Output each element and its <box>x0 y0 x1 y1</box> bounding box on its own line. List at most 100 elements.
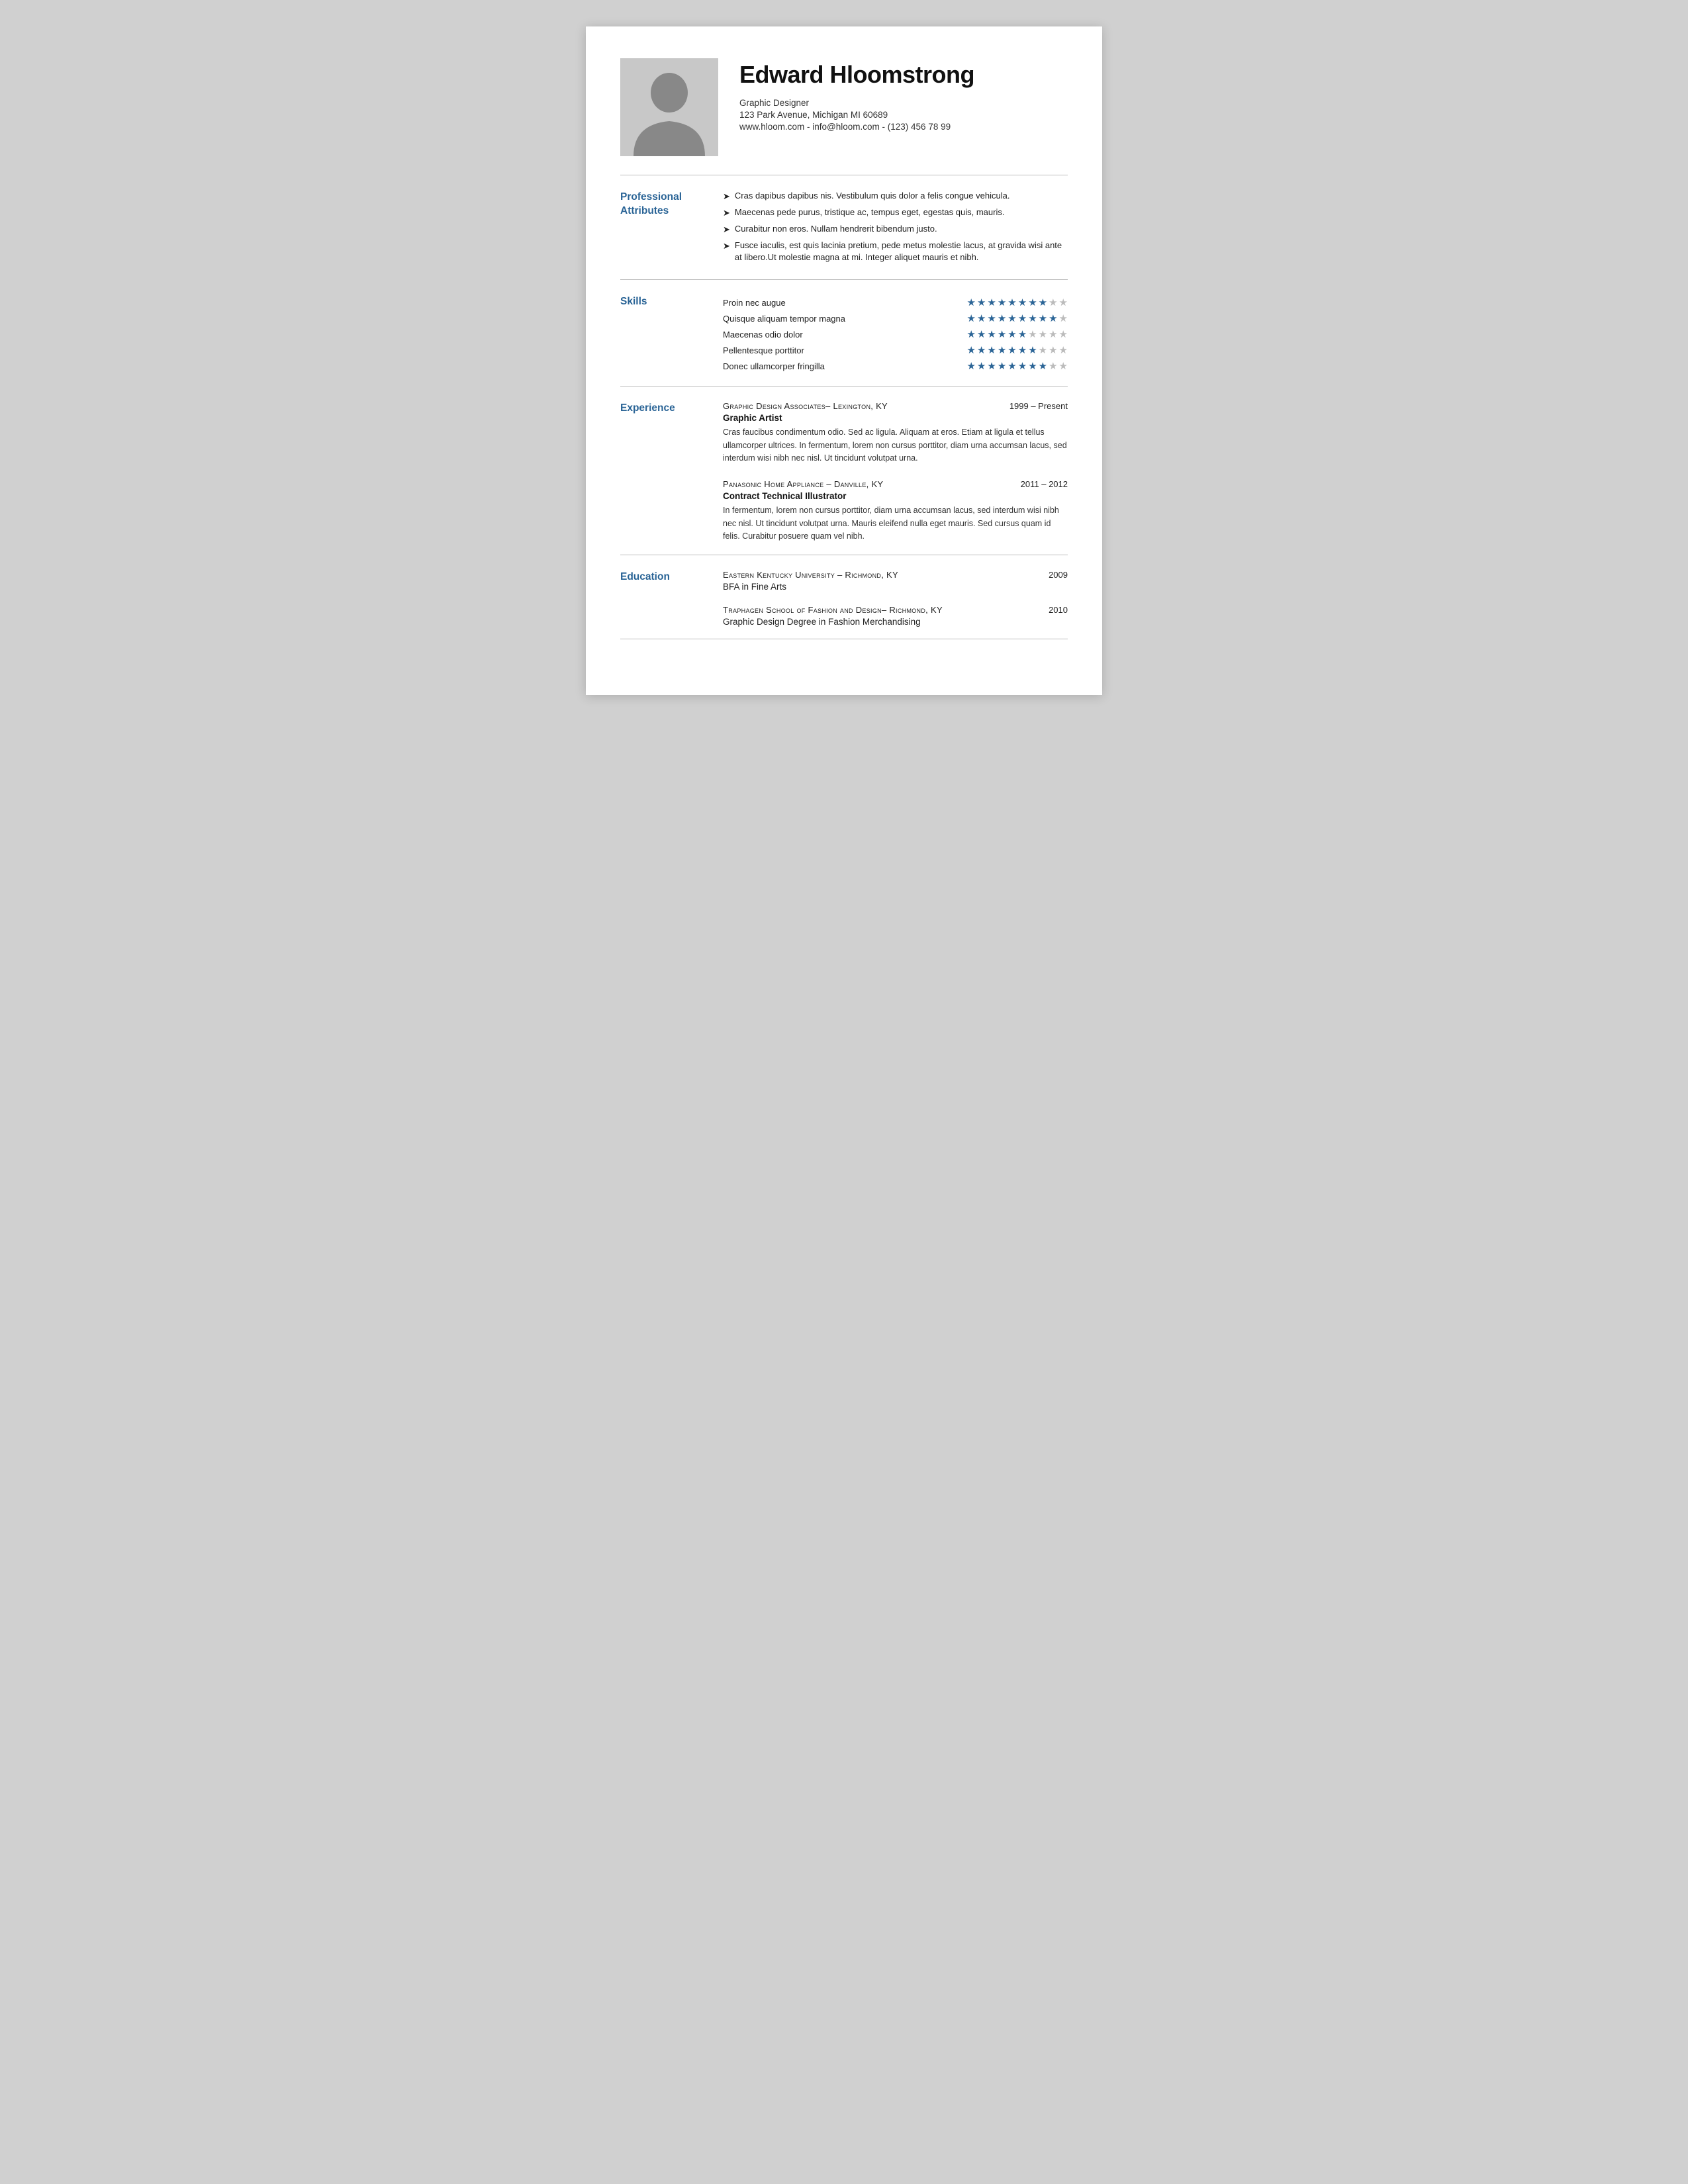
skill-name: Donec ullamcorper fringilla <box>723 358 913 374</box>
skills-label: Skills <box>620 295 723 309</box>
attributes-list: ➤ Cras dapibus dapibus nis. Vestibulum q… <box>723 190 1068 264</box>
star-filled-icon: ★ <box>966 360 975 372</box>
star-filled-icon: ★ <box>1018 360 1027 372</box>
star-empty-icon: ★ <box>1059 312 1068 324</box>
star-filled-icon: ★ <box>1008 344 1016 356</box>
arrow-icon: ➤ <box>723 207 730 220</box>
edu-school: Traphagen School of Fashion and Design– … <box>723 605 943 615</box>
arrow-icon: ➤ <box>723 191 730 203</box>
table-row: Proin nec augue★★★★★★★★★★ <box>723 295 1068 310</box>
star-filled-icon: ★ <box>1028 360 1037 372</box>
star-filled-icon: ★ <box>977 344 986 356</box>
star-filled-icon: ★ <box>1049 312 1057 324</box>
table-row: Maecenas odio dolor★★★★★★★★★★ <box>723 326 1068 342</box>
star-filled-icon: ★ <box>1008 360 1016 372</box>
name: Edward Hloomstrong <box>739 61 1068 89</box>
arrow-icon: ➤ <box>723 240 730 253</box>
star-empty-icon: ★ <box>1059 344 1068 356</box>
star-filled-icon: ★ <box>1028 344 1037 356</box>
exp-header-row: Graphic Design Associates– Lexington, KY… <box>723 401 1068 411</box>
exp-header-row: Panasonic Home Appliance – Danville, KY … <box>723 479 1068 489</box>
star-empty-icon: ★ <box>1049 344 1057 356</box>
star-filled-icon: ★ <box>987 344 996 356</box>
star-filled-icon: ★ <box>1018 328 1027 340</box>
edu-degree: BFA in Fine Arts <box>723 582 1068 592</box>
star-filled-icon: ★ <box>977 360 986 372</box>
arrow-icon: ➤ <box>723 224 730 236</box>
experience-entry: Graphic Design Associates– Lexington, KY… <box>723 401 1068 465</box>
star-filled-icon: ★ <box>998 360 1006 372</box>
skill-rating: ★★★★★★★★★★ <box>913 342 1068 358</box>
star-filled-icon: ★ <box>966 312 975 324</box>
list-item: ➤ Cras dapibus dapibus nis. Vestibulum q… <box>723 190 1068 203</box>
skills-section: Skills Proin nec augue★★★★★★★★★★Quisque … <box>620 280 1068 387</box>
skill-rating: ★★★★★★★★★★ <box>913 358 1068 374</box>
star-empty-icon: ★ <box>1039 344 1047 356</box>
star-filled-icon: ★ <box>966 328 975 340</box>
star-filled-icon: ★ <box>987 328 996 340</box>
skill-name: Maecenas odio dolor <box>723 326 913 342</box>
experience-section: Experience Graphic Design Associates– Le… <box>620 387 1068 555</box>
star-filled-icon: ★ <box>1008 296 1016 308</box>
professional-attributes-section: ProfessionalAttributes ➤ Cras dapibus da… <box>620 175 1068 280</box>
list-item: ➤ Curabitur non eros. Nullam hendrerit b… <box>723 223 1068 236</box>
exp-role: Contract Technical Illustrator <box>723 491 1068 501</box>
exp-date: 2011 – 2012 <box>1021 479 1068 489</box>
exp-description: In fermentum, lorem non cursus porttitor… <box>723 504 1068 543</box>
education-label: Education <box>620 570 723 584</box>
experience-entry: Panasonic Home Appliance – Danville, KY … <box>723 479 1068 543</box>
education-content: Eastern Kentucky University – Richmond, … <box>723 570 1068 627</box>
list-item: ➤ Fusce iaculis, est quis lacinia pretiu… <box>723 240 1068 265</box>
star-empty-icon: ★ <box>1059 360 1068 372</box>
skills-content: Proin nec augue★★★★★★★★★★Quisque aliquam… <box>723 295 1068 374</box>
star-empty-icon: ★ <box>1039 328 1047 340</box>
star-filled-icon: ★ <box>998 344 1006 356</box>
star-empty-icon: ★ <box>1049 360 1057 372</box>
star-filled-icon: ★ <box>1028 296 1037 308</box>
star-filled-icon: ★ <box>1018 296 1027 308</box>
skill-name: Quisque aliquam tempor magna <box>723 310 913 326</box>
job-title: Graphic Designer <box>739 98 1068 108</box>
star-filled-icon: ★ <box>998 312 1006 324</box>
edu-header-row: Traphagen School of Fashion and Design– … <box>723 605 1068 615</box>
skills-table: Proin nec augue★★★★★★★★★★Quisque aliquam… <box>723 295 1068 374</box>
table-row: Donec ullamcorper fringilla★★★★★★★★★★ <box>723 358 1068 374</box>
star-filled-icon: ★ <box>1018 344 1027 356</box>
edu-date: 2010 <box>1049 605 1068 615</box>
table-row: Pellentesque porttitor★★★★★★★★★★ <box>723 342 1068 358</box>
skill-name: Proin nec augue <box>723 295 913 310</box>
exp-date: 1999 – Present <box>1009 401 1068 411</box>
edu-school: Eastern Kentucky University – Richmond, … <box>723 570 898 580</box>
skill-name: Pellentesque porttitor <box>723 342 913 358</box>
resume-page: Edward Hloomstrong Graphic Designer 123 … <box>586 26 1102 695</box>
star-empty-icon: ★ <box>1059 296 1068 308</box>
exp-company: Panasonic Home Appliance – Danville, KY <box>723 479 883 489</box>
experience-label: Experience <box>620 401 723 416</box>
star-filled-icon: ★ <box>1018 312 1027 324</box>
star-empty-icon: ★ <box>1049 328 1057 340</box>
star-filled-icon: ★ <box>1008 312 1016 324</box>
edu-header-row: Eastern Kentucky University – Richmond, … <box>723 570 1068 580</box>
header-info: Edward Hloomstrong Graphic Designer 123 … <box>739 58 1068 132</box>
star-filled-icon: ★ <box>977 328 986 340</box>
star-filled-icon: ★ <box>1008 328 1016 340</box>
table-row: Quisque aliquam tempor magna★★★★★★★★★★ <box>723 310 1068 326</box>
star-empty-icon: ★ <box>1049 296 1057 308</box>
star-filled-icon: ★ <box>966 296 975 308</box>
skill-rating: ★★★★★★★★★★ <box>913 295 1068 310</box>
exp-company: Graphic Design Associates– Lexington, KY <box>723 401 888 411</box>
star-filled-icon: ★ <box>1039 312 1047 324</box>
avatar <box>620 58 718 156</box>
star-empty-icon: ★ <box>1028 328 1037 340</box>
skill-rating: ★★★★★★★★★★ <box>913 310 1068 326</box>
exp-description: Cras faucibus condimentum odio. Sed ac l… <box>723 426 1068 465</box>
professional-attributes-content: ➤ Cras dapibus dapibus nis. Vestibulum q… <box>723 190 1068 267</box>
education-section: Education Eastern Kentucky University – … <box>620 555 1068 639</box>
header-section: Edward Hloomstrong Graphic Designer 123 … <box>620 58 1068 156</box>
skill-rating: ★★★★★★★★★★ <box>913 326 1068 342</box>
star-filled-icon: ★ <box>998 296 1006 308</box>
experience-content: Graphic Design Associates– Lexington, KY… <box>723 401 1068 543</box>
professional-attributes-label: ProfessionalAttributes <box>620 190 723 218</box>
star-filled-icon: ★ <box>1039 360 1047 372</box>
star-filled-icon: ★ <box>977 312 986 324</box>
